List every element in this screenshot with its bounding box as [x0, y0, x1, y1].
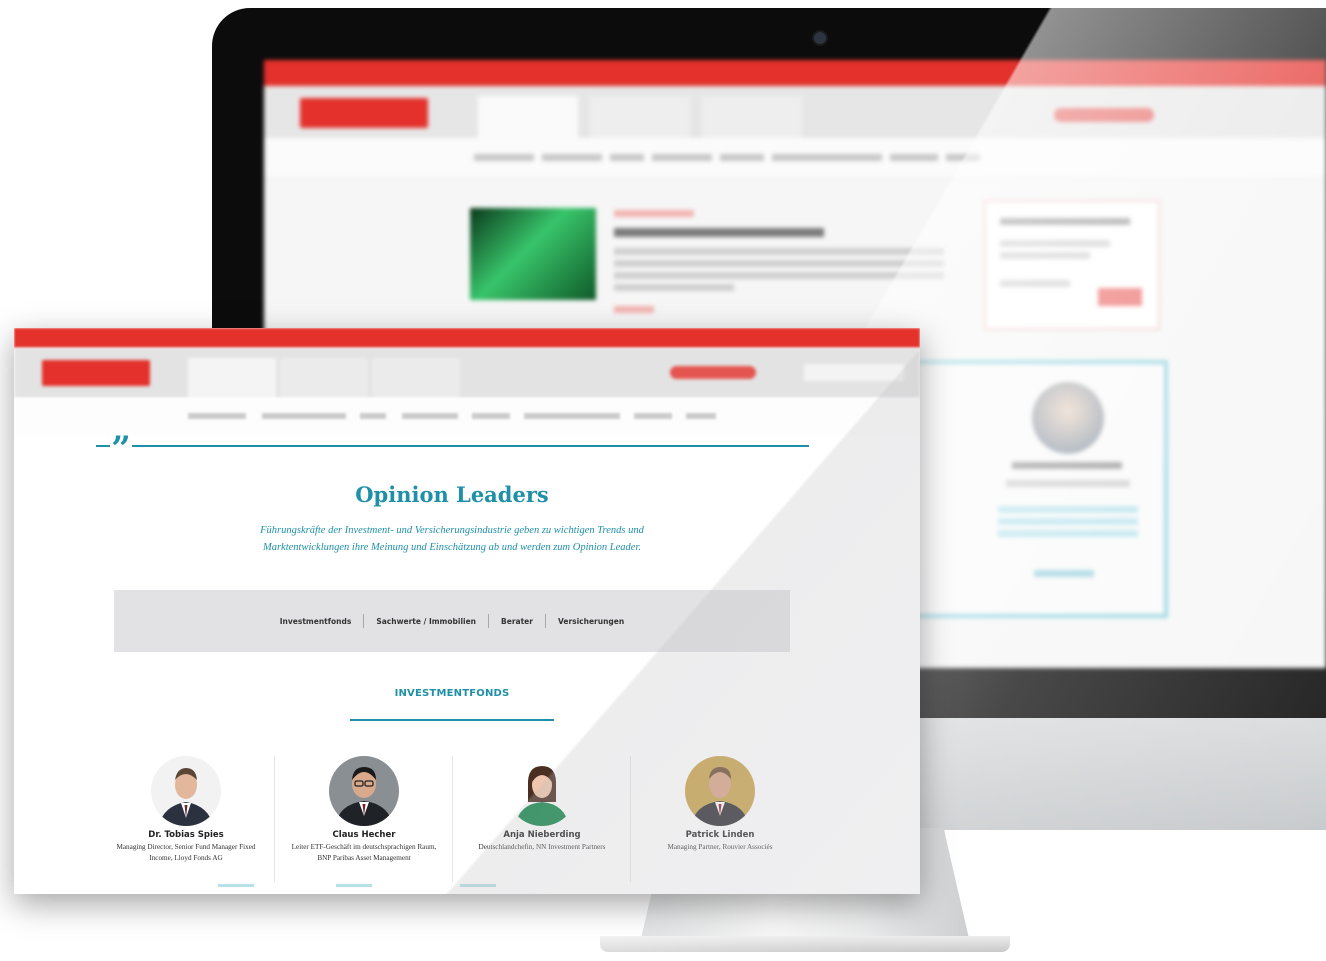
nav-item[interactable]	[686, 413, 716, 419]
card-divider	[630, 756, 631, 882]
nav-item[interactable]	[634, 413, 672, 419]
nav-item[interactable]	[472, 413, 510, 419]
section-heading: INVESTMENTFONDS	[394, 688, 510, 699]
person-card[interactable]: Patrick Linden Managing Partner, Rouvier…	[634, 756, 806, 853]
search-input[interactable]	[804, 364, 904, 381]
person-card[interactable]: Anja Nieberding Deutschlandchefin, NN In…	[456, 756, 628, 853]
card-accent	[336, 884, 372, 887]
header-tab[interactable]	[280, 358, 368, 398]
filter-versicherungen[interactable]: Versicherungen	[546, 617, 636, 626]
bg-header	[264, 86, 1326, 138]
header-tab[interactable]	[188, 358, 276, 398]
website-screenshot: ” Opinion Leaders Führungskräfte der Inv…	[14, 328, 920, 894]
bg-navigation	[264, 138, 1326, 179]
avatar[interactable]	[329, 756, 399, 826]
bg-newsletter-box	[984, 200, 1160, 330]
nav-item[interactable]	[402, 413, 458, 419]
person-role: Deutschlandchefin, NN Investment Partner…	[478, 843, 606, 851]
quote-icon: ”	[110, 429, 132, 469]
person-name: Claus Hecher	[332, 830, 396, 840]
bg-article-image	[470, 208, 596, 300]
category-filter-bar: Investmentfonds Sachwerte / Immobilien B…	[114, 590, 790, 652]
main-navigation	[14, 398, 920, 436]
card-divider	[274, 756, 275, 882]
card-accent	[218, 884, 254, 887]
card-divider	[452, 756, 453, 882]
quote-divider	[96, 445, 809, 447]
person-name: Dr. Tobias Spies	[148, 830, 224, 840]
person-role: Managing Partner, Rouvier Associés	[667, 843, 773, 851]
section-underline	[350, 719, 554, 721]
bg-tab	[478, 96, 578, 138]
card-accent	[460, 884, 496, 887]
camera-icon	[812, 30, 828, 46]
bg-avatar	[1032, 382, 1104, 454]
bg-tab	[590, 96, 690, 138]
avatar[interactable]	[151, 756, 221, 826]
top-bar	[14, 328, 920, 348]
filter-investmentfonds[interactable]: Investmentfonds	[268, 617, 364, 626]
bg-tab	[702, 96, 802, 138]
nav-item[interactable]	[262, 413, 346, 419]
person-name: Patrick Linden	[685, 830, 755, 840]
page-subtitle: Führungskräfte der Investment- und Versi…	[260, 525, 644, 553]
bg-logo	[300, 98, 428, 128]
nav-item[interactable]	[188, 413, 246, 419]
monitor-stand-base	[600, 936, 1010, 952]
site-header	[14, 348, 920, 398]
filter-sachwerte-immobilien[interactable]: Sachwerte / Immobilien	[364, 617, 488, 626]
nav-item[interactable]	[360, 413, 386, 419]
site-logo[interactable]	[42, 360, 150, 386]
page-title: Opinion Leaders	[355, 482, 549, 507]
person-role: Managing Director, Senior Fund Manager F…	[116, 843, 256, 862]
person-name: Anja Nieberding	[503, 830, 581, 840]
bg-topbar	[264, 60, 1326, 86]
nav-item[interactable]	[524, 413, 620, 419]
social-icons[interactable]	[670, 366, 756, 379]
person-card[interactable]: Dr. Tobias Spies Managing Director, Seni…	[100, 756, 272, 864]
filter-berater[interactable]: Berater	[489, 617, 545, 626]
avatar[interactable]	[685, 756, 755, 826]
person-role: Leiter ETF-Geschäft im deutschsprachigen…	[291, 843, 437, 862]
header-tab[interactable]	[372, 358, 460, 398]
avatar[interactable]	[507, 756, 577, 826]
person-card[interactable]: Claus Hecher Leiter ETF-Geschäft im deut…	[278, 756, 450, 864]
bg-social-icons	[1054, 108, 1154, 122]
